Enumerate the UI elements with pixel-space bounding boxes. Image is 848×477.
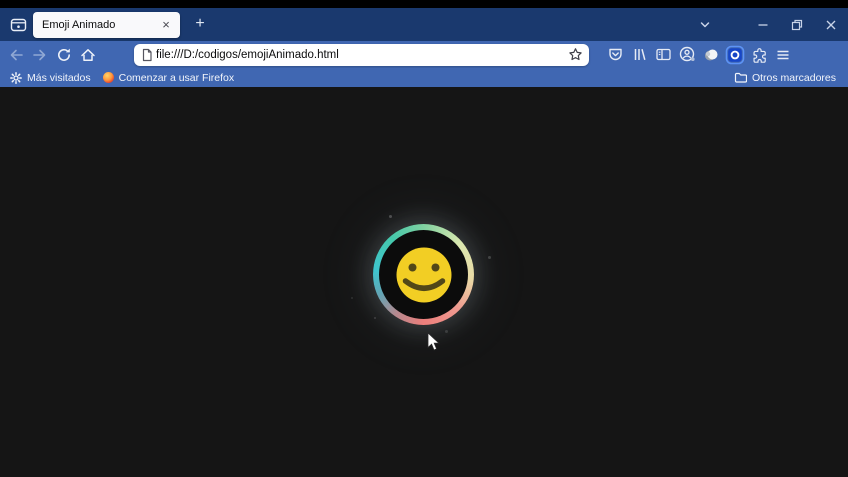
smiley-face <box>396 247 452 303</box>
particle-dot <box>389 215 392 218</box>
toolbar-right-icons <box>603 43 795 67</box>
left-eye <box>408 263 416 271</box>
minimize-button[interactable] <box>746 8 780 41</box>
extension-badge-icon <box>725 45 745 65</box>
firefox-logo <box>103 72 114 83</box>
url-input[interactable] <box>154 49 568 61</box>
sidebar-icon <box>655 46 672 63</box>
tab-title: Emoji Animado <box>42 19 158 31</box>
chevron-down-icon <box>698 18 712 32</box>
emoji-inner-circle <box>379 230 468 319</box>
restore-button[interactable] <box>780 8 814 41</box>
tab-strip: Emoji Animado × + <box>0 8 848 41</box>
extension-blob-button[interactable] <box>699 43 723 67</box>
particle-dot <box>445 330 448 333</box>
particle-dot <box>374 317 376 319</box>
url-bar[interactable] <box>134 44 589 66</box>
firefox-view-button[interactable] <box>5 13 31 37</box>
page-icon <box>140 48 154 62</box>
bookmark-label: Comenzar a usar Firefox <box>119 72 235 84</box>
page-content <box>0 87 848 477</box>
particle-dot <box>488 256 491 259</box>
list-all-tabs-button[interactable] <box>690 8 720 41</box>
extension-blob-icon <box>702 46 720 64</box>
close-icon <box>825 19 837 31</box>
window-top-strip <box>0 0 848 8</box>
navigation-toolbar <box>0 41 848 68</box>
tab-emoji-animado[interactable]: Emoji Animado × <box>33 12 180 38</box>
gear-icon <box>10 72 22 84</box>
forward-icon <box>31 46 49 64</box>
reload-icon <box>55 46 73 64</box>
home-icon <box>79 46 97 64</box>
library-button[interactable] <box>627 43 651 67</box>
puzzle-icon <box>750 46 768 64</box>
forward-button[interactable] <box>28 43 52 67</box>
extensions-button[interactable] <box>747 43 771 67</box>
bookmarks-toolbar: Más visitados Comenzar a usar Firefox Ot… <box>0 68 848 87</box>
extension-badge-button[interactable] <box>723 43 747 67</box>
tab-close-icon[interactable]: × <box>158 17 174 33</box>
pocket-icon <box>607 46 624 63</box>
close-window-button[interactable] <box>814 8 848 41</box>
window-controls <box>690 8 848 41</box>
account-button[interactable] <box>675 43 699 67</box>
emoji-ring <box>373 224 474 325</box>
reload-button[interactable] <box>52 43 76 67</box>
back-icon <box>7 46 25 64</box>
other-bookmarks-button[interactable]: Otros marcadores <box>728 69 842 86</box>
right-eye <box>431 263 439 271</box>
particle-dot <box>351 297 353 299</box>
bookmark-label: Otros marcadores <box>752 72 836 84</box>
bookmark-label: Más visitados <box>27 72 91 84</box>
mouse-cursor <box>427 332 441 352</box>
app-menu-button[interactable] <box>771 43 795 67</box>
new-tab-button[interactable]: + <box>188 13 212 37</box>
account-icon <box>678 45 697 64</box>
back-button[interactable] <box>4 43 28 67</box>
firefox-view-icon <box>10 17 27 33</box>
home-button[interactable] <box>76 43 100 67</box>
pocket-button[interactable] <box>603 43 627 67</box>
browser-window: Emoji Animado × + <box>0 0 848 477</box>
sidebars-button[interactable] <box>651 43 675 67</box>
bookmark-star-icon[interactable] <box>568 47 583 62</box>
minimize-icon <box>757 19 769 31</box>
restore-icon <box>791 19 803 31</box>
folder-icon <box>734 71 747 84</box>
bookmark-mas-visitados[interactable]: Más visitados <box>4 69 97 86</box>
bookmark-comenzar-firefox[interactable]: Comenzar a usar Firefox <box>97 69 241 86</box>
hamburger-menu-icon <box>775 47 791 63</box>
library-icon <box>631 46 648 63</box>
